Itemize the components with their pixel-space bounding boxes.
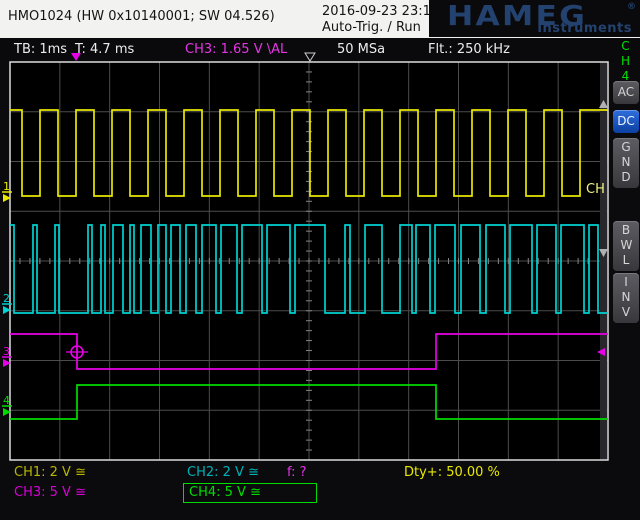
reference-time-marker <box>305 53 315 61</box>
invert-button[interactable]: INV <box>613 273 639 323</box>
ch4-scale-label: CH4: 5 V ≅ <box>189 485 261 500</box>
freq-counter-label: f: ? <box>287 465 307 480</box>
bandwidth-limit-button[interactable]: BWL <box>613 221 639 271</box>
coupling-ac-button[interactable]: AC <box>613 81 639 104</box>
svg-text:3: 3 <box>3 345 10 358</box>
scope-display: 1 2 3 4 CH <box>0 0 640 520</box>
ch2-scale-label: CH2: 2 V ≅ <box>187 465 259 480</box>
oscilloscope-screen: HMO1024 (HW 0x10140001; SW 04.526) 2016-… <box>0 0 640 520</box>
coupling-dc-button[interactable]: DC <box>613 110 639 133</box>
ch4-selected-scale-box[interactable]: CH4: 5 V ≅ <box>183 483 317 503</box>
right-scroll-track[interactable] <box>600 62 607 460</box>
svg-text:2: 2 <box>3 292 10 305</box>
clipped-channel-label: CH <box>586 182 605 197</box>
svg-text:4: 4 <box>3 394 10 407</box>
duty-cycle-label: Dty+: 50.00 % <box>404 465 500 480</box>
trigger-time-marker <box>71 53 81 61</box>
svg-text:1: 1 <box>3 180 10 193</box>
sidebar-channel-label: CH4 <box>619 39 632 84</box>
ch3-scale-label: CH3: 5 V ≅ <box>14 485 86 500</box>
coupling-gnd-button[interactable]: GND <box>613 138 639 188</box>
ch1-scale-label: CH1: 2 V ≅ <box>14 465 86 480</box>
